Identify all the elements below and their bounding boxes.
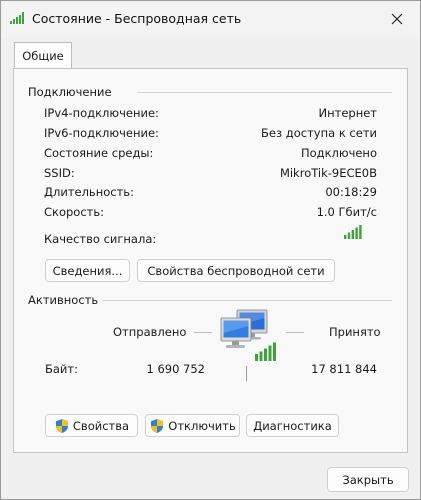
ssid-value: MikroTik-9ECE0B [279,166,377,180]
activity-divider [102,300,392,301]
bytes-received-value: 17 811 844 [311,362,377,376]
received-line [286,332,304,333]
speed-label: Скорость: [44,205,105,219]
properties-label: Свойства [72,418,130,433]
sent-line [194,332,212,333]
uac-shield-icon [55,418,68,433]
ssid-label: SSID: [44,166,75,180]
window-title: Состояние - Беспроводная сеть [32,11,242,26]
tab-general[interactable]: Общие [14,42,72,69]
duration-label: Длительность: [44,185,134,199]
activity-heading: Активность [28,293,99,307]
signal-quality-label: Качество сигнала: [44,232,157,246]
ipv6-label: IPv6-подключение: [44,126,159,140]
disable-button[interactable]: Отключить [145,414,240,437]
connection-heading: Подключение [28,85,112,99]
speed-value: 1.0 Гбит/с [316,205,377,219]
details-button[interactable]: Сведения... [45,259,130,282]
ipv4-label: IPv4-подключение: [44,106,159,120]
network-computers-icon [220,309,276,361]
signal-strength-icon [344,225,362,239]
close-icon [391,13,403,25]
ipv6-value: Без доступа к сети [261,126,377,140]
bytes-sent-value: 1 690 752 [146,362,205,376]
ipv4-value: Интернет [318,106,378,120]
title-bar[interactable]: Состояние - Беспроводная сеть [1,1,420,37]
duration-value: 00:18:29 [325,185,377,199]
diagnose-button[interactable]: Диагностика [246,414,339,437]
bytes-label: Байт: [45,362,78,376]
media-state-value: Подключено [300,146,377,160]
close-button[interactable]: Закрыть [327,467,409,492]
close-window-button[interactable] [374,1,420,37]
connection-divider [137,92,392,93]
properties-button[interactable]: Свойства [45,414,138,437]
disable-label: Отключить [168,418,236,433]
media-state-label: Состояние среды: [44,146,154,160]
tab-strip: Общие [1,37,420,69]
sent-label: Отправлено [113,325,187,339]
uac-shield-icon [151,418,164,433]
activity-separator [246,366,247,381]
wireless-properties-button[interactable]: Свойства беспроводной сети [137,259,335,282]
status-window: Состояние - Беспроводная сеть Общие Подк… [0,0,421,500]
received-label: Принято [329,325,381,339]
wireless-signal-icon [10,12,24,24]
